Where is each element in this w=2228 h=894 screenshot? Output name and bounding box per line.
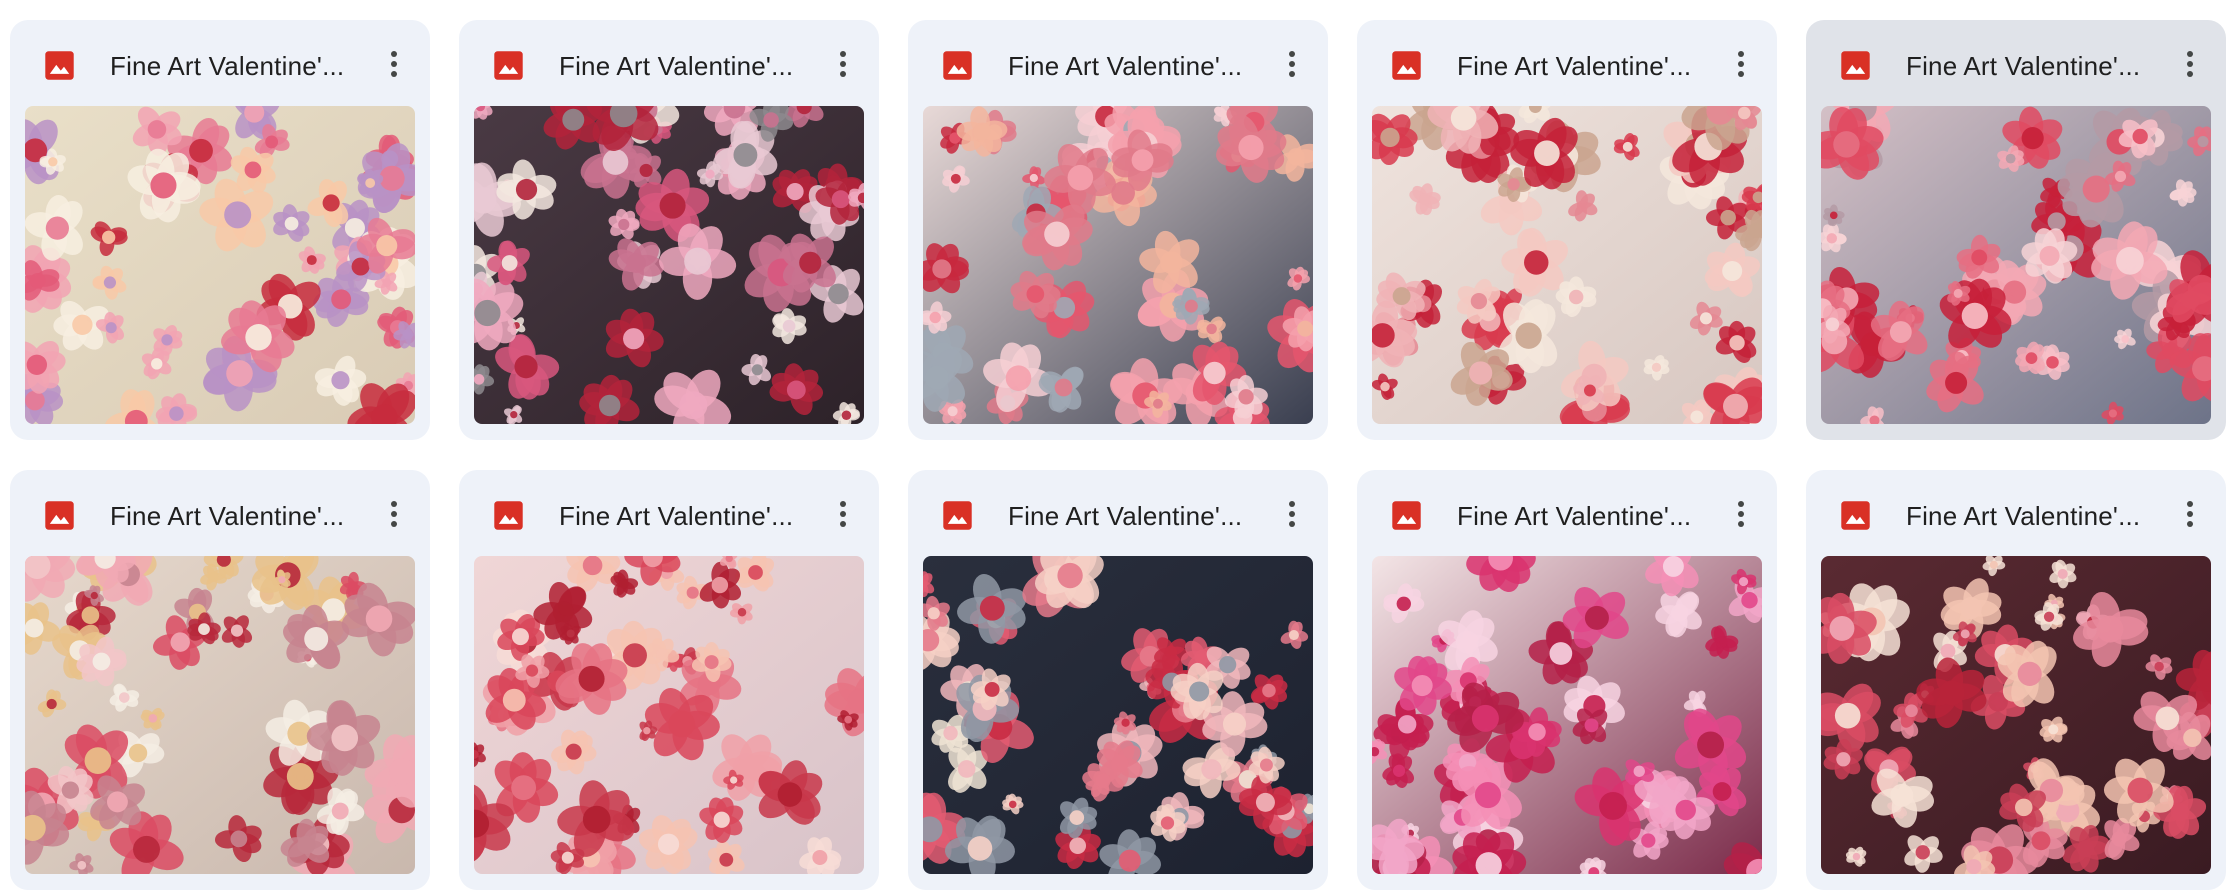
file-card-header: Fine Art Valentine'...: [1806, 470, 2226, 554]
more-actions-button[interactable]: [823, 44, 863, 84]
more-actions-button[interactable]: [374, 494, 414, 534]
file-name: Fine Art Valentine'...: [559, 501, 794, 531]
image-thumbnail[interactable]: [474, 106, 864, 424]
image-thumbnail[interactable]: [1821, 106, 2211, 424]
more-vert-icon: [2187, 51, 2193, 77]
more-actions-button[interactable]: [1721, 44, 1761, 84]
more-actions-button[interactable]: [1272, 44, 1312, 84]
file-name: Fine Art Valentine'...: [1906, 501, 2141, 531]
image-thumbnail[interactable]: [1821, 556, 2211, 874]
more-actions-button[interactable]: [823, 494, 863, 534]
file-name: Fine Art Valentine'...: [1008, 51, 1243, 81]
file-card-header: Fine Art Valentine'...: [10, 470, 430, 554]
image-thumbnail[interactable]: [923, 106, 1313, 424]
more-vert-icon: [2187, 501, 2193, 527]
more-vert-icon: [391, 51, 397, 77]
image-file-icon: [44, 500, 75, 531]
image-thumbnail[interactable]: [25, 106, 415, 424]
more-vert-icon: [840, 501, 846, 527]
file-card[interactable]: Fine Art Valentine'...: [1357, 20, 1777, 440]
file-card[interactable]: Fine Art Valentine'...: [1806, 470, 2226, 890]
file-name: Fine Art Valentine'...: [1008, 501, 1243, 531]
file-card-header: Fine Art Valentine'...: [459, 470, 879, 554]
more-actions-button[interactable]: [2170, 494, 2210, 534]
file-name: Fine Art Valentine'...: [1906, 51, 2141, 81]
file-card[interactable]: Fine Art Valentine'...: [908, 20, 1328, 440]
file-card[interactable]: Fine Art Valentine'...: [10, 470, 430, 890]
more-vert-icon: [1289, 51, 1295, 77]
more-actions-button[interactable]: [1721, 494, 1761, 534]
more-actions-button[interactable]: [2170, 44, 2210, 84]
image-thumbnail[interactable]: [923, 556, 1313, 874]
file-card-header: Fine Art Valentine'...: [908, 470, 1328, 554]
file-card[interactable]: Fine Art Valentine'...: [459, 20, 879, 440]
file-card-header: Fine Art Valentine'...: [908, 20, 1328, 104]
file-card-header: Fine Art Valentine'...: [1806, 20, 2226, 104]
file-card[interactable]: Fine Art Valentine'...: [1806, 20, 2226, 440]
file-card[interactable]: Fine Art Valentine'...: [908, 470, 1328, 890]
image-file-icon: [1840, 500, 1871, 531]
file-name: Fine Art Valentine'...: [1457, 501, 1692, 531]
more-vert-icon: [1738, 51, 1744, 77]
image-thumbnail[interactable]: [474, 556, 864, 874]
file-name: Fine Art Valentine'...: [110, 51, 345, 81]
file-card-header: Fine Art Valentine'...: [10, 20, 430, 104]
file-card-header: Fine Art Valentine'...: [1357, 20, 1777, 104]
more-actions-button[interactable]: [1272, 494, 1312, 534]
image-file-icon: [942, 50, 973, 81]
file-name: Fine Art Valentine'...: [559, 51, 794, 81]
file-grid: Fine Art Valentine'... Fine Art Valentin…: [10, 20, 2226, 890]
more-vert-icon: [391, 501, 397, 527]
image-file-icon: [1391, 500, 1422, 531]
file-card[interactable]: Fine Art Valentine'...: [459, 470, 879, 890]
image-file-icon: [1840, 50, 1871, 81]
more-vert-icon: [1289, 501, 1295, 527]
image-file-icon: [493, 500, 524, 531]
file-card-header: Fine Art Valentine'...: [1357, 470, 1777, 554]
image-file-icon: [493, 50, 524, 81]
image-file-icon: [942, 500, 973, 531]
more-vert-icon: [840, 51, 846, 77]
file-card[interactable]: Fine Art Valentine'...: [1357, 470, 1777, 890]
image-thumbnail[interactable]: [1372, 106, 1762, 424]
image-thumbnail[interactable]: [1372, 556, 1762, 874]
more-vert-icon: [1738, 501, 1744, 527]
file-name: Fine Art Valentine'...: [1457, 51, 1692, 81]
more-actions-button[interactable]: [374, 44, 414, 84]
image-file-icon: [44, 50, 75, 81]
file-name: Fine Art Valentine'...: [110, 501, 345, 531]
image-file-icon: [1391, 50, 1422, 81]
image-thumbnail[interactable]: [25, 556, 415, 874]
file-card-header: Fine Art Valentine'...: [459, 20, 879, 104]
file-card[interactable]: Fine Art Valentine'...: [10, 20, 430, 440]
